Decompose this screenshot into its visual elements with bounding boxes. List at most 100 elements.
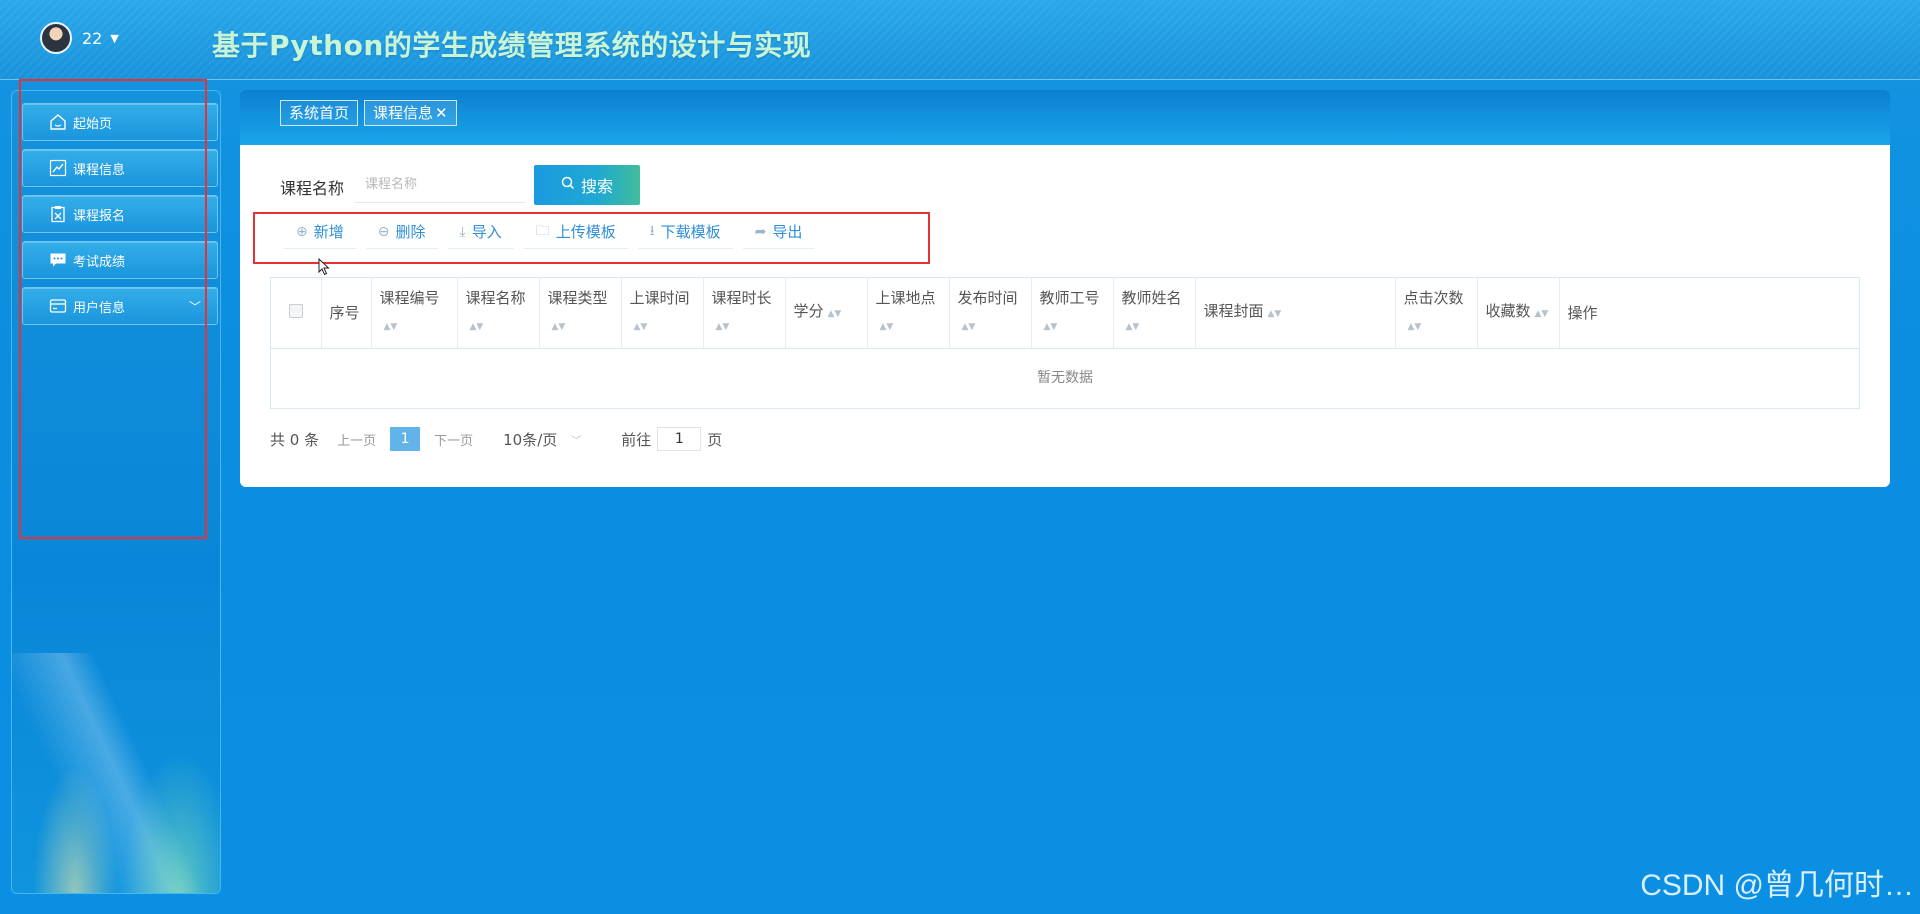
- user-menu[interactable]: 22 ▼: [40, 22, 119, 54]
- pagination: 共 0 条 上一页 1 下一页 10条/页 ﹀ 前往 页: [270, 427, 722, 451]
- column-header[interactable]: 教师姓名 ▲▼: [1113, 278, 1196, 349]
- sort-icon[interactable]: ▲▼: [828, 309, 842, 319]
- export-button[interactable]: ➦ 导出: [742, 215, 815, 249]
- sidebar-item-label: 课程报名: [73, 208, 126, 224]
- share-icon: ➦: [754, 223, 767, 240]
- column-header[interactable]: 课程时长 ▲▼: [703, 278, 786, 349]
- import-button-label: 导入: [471, 223, 502, 241]
- sidebar-decoration: [12, 653, 220, 893]
- column-label: 课程封面: [1203, 302, 1264, 321]
- column-label: 学分: [793, 302, 824, 321]
- top-header: 22 ▼ 基于Python的学生成绩管理系统的设计与实现: [0, 0, 1920, 80]
- tab-course-info[interactable]: 课程信息 ✕: [364, 100, 457, 126]
- sort-icon[interactable]: ▲▼: [552, 322, 566, 332]
- goto-suffix: 页: [707, 430, 723, 449]
- column-label: 课程类型: [547, 289, 608, 308]
- search-icon: [561, 176, 575, 194]
- column-label: 点击次数: [1403, 289, 1464, 308]
- goto-label: 前往: [621, 430, 652, 449]
- column-header[interactable]: 收藏数 ▲▼: [1477, 278, 1560, 349]
- sort-icon[interactable]: ▲▼: [1535, 309, 1549, 319]
- column-header: 操作: [1559, 278, 1859, 349]
- sort-icon[interactable]: ▲▼: [470, 322, 484, 332]
- caret-down-icon[interactable]: ▼: [110, 32, 118, 45]
- download-template-label: 下载模板: [660, 223, 721, 241]
- column-header[interactable]: 课程类型 ▲▼: [539, 278, 622, 349]
- course-table: 序号 课程编号 ▲▼ 课程名称 ▲▼ 课程类型 ▲▼ 上课时间 ▲▼ 课程时长 ▲▼ 学分…: [270, 277, 1860, 409]
- search-button[interactable]: 搜索: [534, 165, 640, 205]
- add-button-label: 新增: [313, 223, 344, 241]
- column-header[interactable]: 课程名称 ▲▼: [457, 278, 540, 349]
- main-panel: 课程名称 搜索 ⊕ 新增 ⊖ 删除 ⤓ 导入 🗀 上传模板 ⭳ 下载模板 ➦ 导出 序号 课…: [240, 145, 1890, 487]
- avatar[interactable]: [40, 22, 72, 54]
- sort-icon[interactable]: ▲▼: [962, 322, 976, 332]
- page-size-select[interactable]: 10条/页 ﹀: [503, 429, 581, 450]
- select-all-cell: [271, 278, 322, 349]
- close-icon[interactable]: ✕: [435, 104, 448, 122]
- folder-add-icon: 🗀: [535, 222, 550, 239]
- table-row: 暂无数据: [271, 348, 1859, 406]
- column-label: 课程名称: [465, 289, 526, 308]
- column-header[interactable]: 上课地点 ▲▼: [867, 278, 950, 349]
- upload-template-label: 上传模板: [555, 223, 616, 241]
- home-icon: [49, 113, 67, 131]
- sort-icon[interactable]: ▲▼: [716, 322, 730, 332]
- column-label: 教师工号: [1039, 289, 1100, 308]
- upload-template-button[interactable]: 🗀 上传模板: [523, 215, 628, 249]
- sort-icon[interactable]: ▲▼: [634, 322, 648, 332]
- watermark: CSDN @曾几何时…: [1640, 869, 1914, 902]
- plus-circle-icon: ⊕: [296, 223, 308, 240]
- table-header-row: 序号 课程编号 ▲▼ 课程名称 ▲▼ 课程类型 ▲▼ 上课时间 ▲▼ 课程时长 ▲▼ 学分…: [271, 278, 1859, 349]
- user-name[interactable]: 22: [82, 29, 102, 48]
- minus-circle-icon: ⊖: [377, 223, 390, 240]
- column-header[interactable]: 教师工号 ▲▼: [1031, 278, 1114, 349]
- sidebar-item-course-enroll[interactable]: 课程报名: [22, 195, 218, 233]
- sidebar-item-user-info[interactable]: 用户信息 ﹀: [22, 287, 218, 325]
- export-button-label: 导出: [772, 223, 803, 241]
- delete-button-label: 删除: [395, 223, 426, 241]
- chevron-down-icon: ﹀: [188, 300, 201, 314]
- next-page-button[interactable]: 下一页: [434, 430, 473, 449]
- column-header[interactable]: 课程编号 ▲▼: [371, 278, 458, 349]
- goto-page-input[interactable]: [657, 427, 702, 451]
- action-toolbar: ⊕ 新增 ⊖ 删除 ⤓ 导入 🗀 上传模板 ⭳ 下载模板 ➦ 导出: [284, 215, 815, 249]
- delete-button[interactable]: ⊖ 删除: [365, 215, 438, 249]
- add-button[interactable]: ⊕ 新增: [284, 215, 356, 249]
- column-label: 收藏数: [1485, 302, 1531, 321]
- tab-home[interactable]: 系统首页: [280, 100, 359, 126]
- tray-download-icon: ⭳: [649, 222, 655, 239]
- sort-icon[interactable]: ▲▼: [1408, 322, 1422, 332]
- select-all-checkbox[interactable]: [288, 303, 303, 318]
- breadcrumb-tabbar: 系统首页 课程信息 ✕: [240, 90, 1890, 145]
- column-header[interactable]: 学分 ▲▼: [785, 278, 868, 349]
- sidebar-item-exam-scores[interactable]: 考试成绩: [22, 241, 218, 279]
- sidebar-item-home[interactable]: 起始页: [22, 103, 218, 141]
- sidebar-item-label: 课程信息: [73, 162, 126, 178]
- page-number-current[interactable]: 1: [390, 427, 421, 451]
- column-label: 发布时间: [957, 289, 1018, 308]
- sort-icon[interactable]: ▲▼: [1268, 309, 1282, 319]
- sort-icon[interactable]: ▲▼: [1044, 322, 1058, 332]
- download-template-button[interactable]: ⭳ 下载模板: [637, 215, 733, 249]
- sidebar-item-course-info[interactable]: 课程信息: [22, 149, 218, 187]
- column-header[interactable]: 点击次数 ▲▼: [1395, 278, 1478, 349]
- search-button-label: 搜索: [580, 177, 613, 196]
- course-name-search-input[interactable]: [355, 167, 525, 203]
- prev-page-button[interactable]: 上一页: [337, 430, 376, 449]
- sort-icon[interactable]: ▲▼: [384, 322, 398, 332]
- total-count: 共 0 条: [270, 430, 320, 449]
- column-header[interactable]: 课程封面 ▲▼: [1195, 278, 1396, 349]
- chevron-down-icon: ﹀: [571, 435, 582, 447]
- mouse-cursor-icon: [318, 258, 330, 276]
- system-title: 基于Python的学生成绩管理系统的设计与实现: [212, 29, 812, 62]
- column-header[interactable]: 上课时间 ▲▼: [621, 278, 704, 349]
- column-label: 上课地点: [875, 289, 936, 308]
- column-header[interactable]: 发布时间 ▲▼: [949, 278, 1032, 349]
- column-label: 课程编号: [379, 289, 440, 308]
- sort-icon[interactable]: ▲▼: [880, 322, 894, 332]
- column-label: 操作: [1567, 303, 1598, 322]
- goto-page: 前往 页: [621, 427, 722, 451]
- sort-icon[interactable]: ▲▼: [1126, 322, 1140, 332]
- column-label: 上课时间: [629, 289, 690, 308]
- import-button[interactable]: ⤓ 导入: [447, 215, 514, 249]
